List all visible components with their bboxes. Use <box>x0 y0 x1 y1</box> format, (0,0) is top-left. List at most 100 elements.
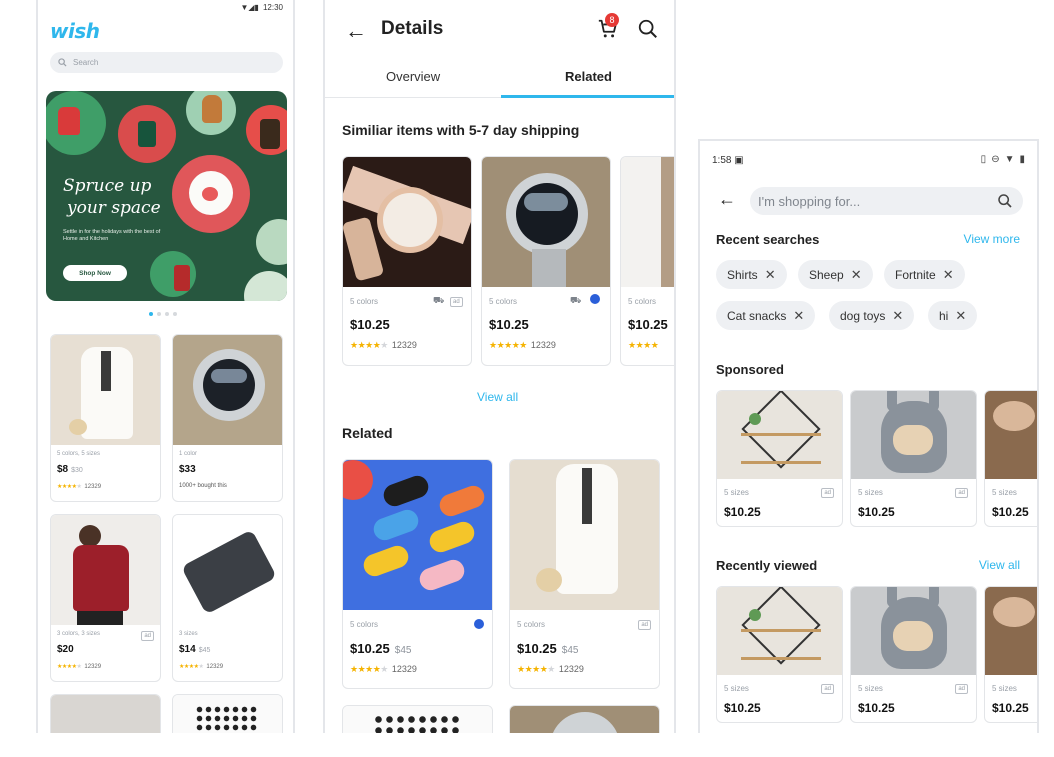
section-title-related: Related <box>342 425 393 441</box>
red-shirt-image <box>51 515 160 625</box>
product-old-price: $45 <box>561 645 579 656</box>
remove-chip-icon[interactable]: ✕ <box>892 308 903 324</box>
promo-banner[interactable]: Spruce up your space Settle in for the h… <box>46 91 287 301</box>
product-meta: 3 sizes <box>179 631 198 637</box>
search-chip[interactable]: Sheep ✕ <box>798 260 873 289</box>
shelf-image <box>717 391 842 479</box>
product-card[interactable] <box>172 694 283 733</box>
star-rating-icon: ★★★★★ <box>57 664 82 670</box>
details-screen: ← Details 8 Overview Related Similiar it… <box>323 0 676 733</box>
product-card[interactable]: 5 sizes ad $10.25 <box>850 586 977 723</box>
star-rating-icon: ★★★★★ <box>350 664 388 674</box>
product-old-price: $30 <box>71 467 83 474</box>
search-chip[interactable]: Fortnite ✕ <box>884 260 965 289</box>
shop-now-button[interactable]: Shop Now <box>63 265 127 281</box>
product-card[interactable]: 5 colors, 5 sizes $8 $30 ★★★★★ 12329 <box>50 334 161 502</box>
search-placeholder: Search <box>73 58 99 67</box>
shipping-truck-icon: ⛟ <box>570 295 582 305</box>
product-meta: 5 colors <box>517 620 546 629</box>
product-card[interactable]: 5 sizes $10.25 <box>984 586 1037 723</box>
remove-chip-icon[interactable]: ✕ <box>851 267 862 283</box>
status-icons: ▯ ⊖ ▼ ▮ <box>981 154 1025 165</box>
ad-badge: ad <box>450 297 463 307</box>
product-card[interactable]: 5 sizes ad $10.25 <box>716 390 843 527</box>
search-icon <box>58 58 67 67</box>
remove-chip-icon[interactable]: ✕ <box>793 308 804 324</box>
product-card[interactable]: 3 sizes $14 $45 ★★★★★ 12329 <box>172 514 283 682</box>
wifi-icon: ▼ <box>1004 154 1015 165</box>
remove-chip-icon[interactable]: ✕ <box>765 267 776 283</box>
remove-chip-icon[interactable]: ✕ <box>955 308 966 324</box>
product-meta: 5 sizes <box>724 684 749 693</box>
back-arrow-icon[interactable]: ← <box>345 18 367 44</box>
gingerbread-image <box>202 95 222 123</box>
product-price: $10.25 <box>858 701 895 715</box>
view-more-link[interactable]: View more <box>964 232 1020 246</box>
product-card[interactable] <box>50 694 161 733</box>
search-input[interactable]: I'm shopping for... <box>750 187 1023 215</box>
product-price: $10.25 $45 <box>350 641 412 656</box>
search-chip[interactable]: dog toys ✕ <box>829 301 915 330</box>
product-rating: ★★★★★ 12329 <box>350 340 417 350</box>
view-all-link[interactable]: View all <box>477 390 518 404</box>
product-meta: 5 colors, 5 sizes <box>57 451 101 457</box>
search-icon[interactable] <box>997 193 1013 209</box>
status-time: 1:58 ▣ <box>712 155 744 166</box>
status-bar: ▼◢▮ 12:30 <box>240 3 283 12</box>
search-icon[interactable] <box>637 18 659 40</box>
status-time: 12:30 <box>262 3 283 12</box>
carousel-dots <box>149 312 177 316</box>
wish-logo[interactable]: wish <box>50 19 100 43</box>
product-image <box>985 587 1037 675</box>
search-chip[interactable]: Shirts ✕ <box>716 260 787 289</box>
ad-badge: ad <box>638 620 651 630</box>
vibrate-icon: ▯ <box>980 154 987 165</box>
product-price: $33 <box>179 464 196 475</box>
product-card[interactable]: 5 sizes $10.25 <box>984 390 1037 527</box>
polka-dot-image <box>173 695 282 733</box>
product-price: $10.25 <box>858 505 895 519</box>
product-price: $10.25 <box>724 505 761 519</box>
product-rating: ★★★★★ 12329 <box>57 663 102 671</box>
product-meta: 5 colors <box>350 620 379 629</box>
active-tab-indicator <box>501 95 674 98</box>
page-title: Details <box>381 18 444 39</box>
dress-image <box>51 335 160 445</box>
tab-related[interactable]: Related <box>565 69 612 84</box>
search-input[interactable]: Search <box>50 52 283 73</box>
remove-chip-icon[interactable]: ✕ <box>943 267 954 283</box>
product-card[interactable]: 5 colors $10.25 $45 ★★★★★ 12329 <box>342 459 493 689</box>
search-chip[interactable]: hi ✕ <box>928 301 978 330</box>
product-bought-count: 1000+ bought this <box>179 483 227 489</box>
product-price: $10.25 <box>489 317 529 332</box>
product-meta: 5 sizes <box>858 684 883 693</box>
product-card[interactable] <box>342 705 493 733</box>
tab-bar: Overview Related <box>325 60 674 98</box>
recent-searches-title: Recent searches <box>716 232 820 247</box>
star-rating-icon: ★★★★★ <box>350 340 388 350</box>
product-price: $10.25 <box>350 317 390 332</box>
lantern-image <box>260 119 280 149</box>
product-card[interactable]: 1 color $33 1000+ bought this <box>172 334 283 502</box>
ad-badge: ad <box>955 488 968 498</box>
product-card[interactable]: 3 colors, 3 sizes ad $20 ★★★★★ 12329 <box>50 514 161 682</box>
app-header: ← Details 8 <box>325 0 674 58</box>
product-card[interactable]: 5 colors ⛟ $10.25 ★★★★★ 12329 <box>481 156 611 366</box>
search-chip[interactable]: Cat snacks ✕ <box>716 301 816 330</box>
view-all-link[interactable]: View all <box>979 558 1020 572</box>
rose-gold-watch-image <box>343 157 471 287</box>
product-price: $10.25 <box>992 505 1029 519</box>
product-price: $10.25 $45 <box>517 641 579 656</box>
tab-overview[interactable]: Overview <box>386 69 440 84</box>
product-card[interactable]: 5 sizes ad $10.25 <box>716 586 843 723</box>
product-card[interactable]: 5 colors ⛟ ad $10.25 ★★★★★ 12329 <box>342 156 472 366</box>
product-card[interactable]: 5 colors ad $10.25 $45 ★★★★★ 12329 <box>509 459 660 689</box>
product-price: $14 $45 <box>179 644 211 655</box>
mug-image <box>202 187 218 201</box>
product-rating: ★★★★★ 12329 <box>489 340 556 350</box>
back-arrow-icon[interactable]: ← <box>718 189 736 210</box>
product-card[interactable] <box>509 705 660 733</box>
product-meta: 5 sizes <box>992 684 1017 693</box>
product-card[interactable]: 5 colors $10.25 ★★★★ <box>620 156 674 366</box>
product-card[interactable]: 5 sizes ad $10.25 <box>850 390 977 527</box>
